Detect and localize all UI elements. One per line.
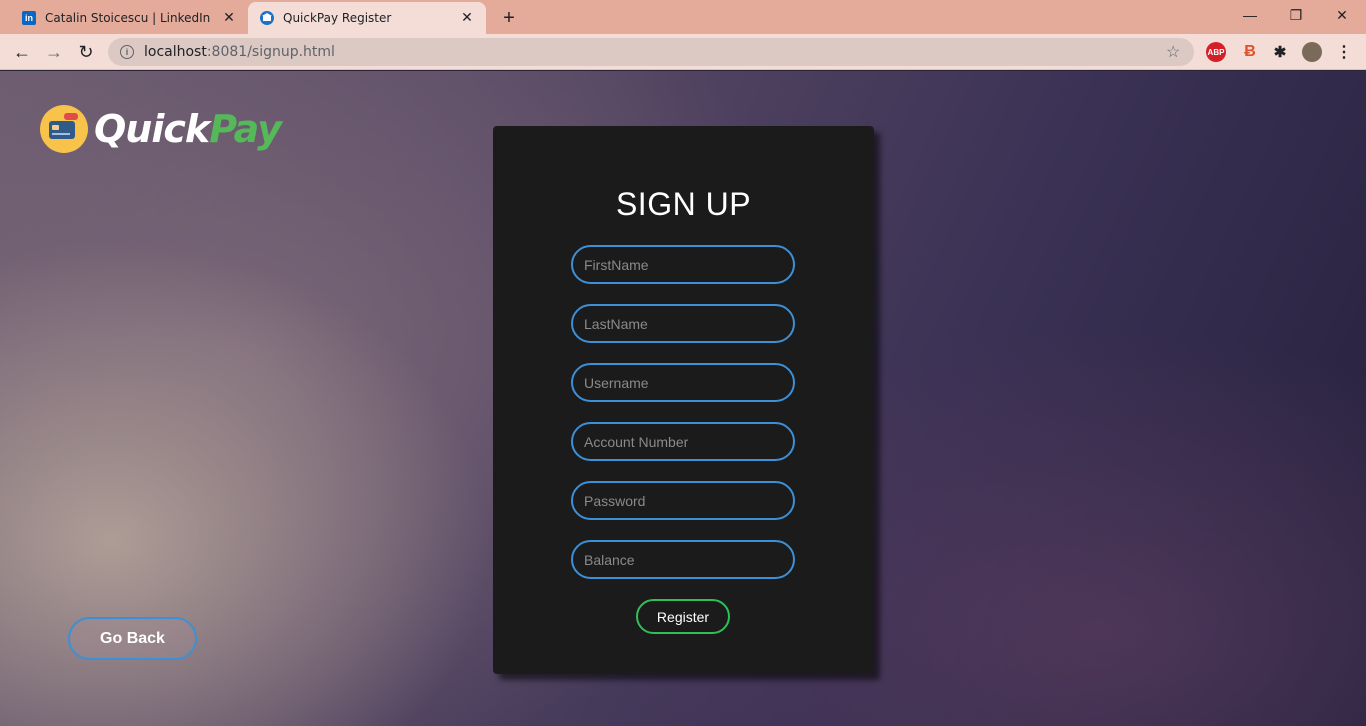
username-input[interactable] <box>571 363 795 402</box>
signup-title: SIGN UP <box>615 186 752 222</box>
tab-linkedin[interactable]: in Catalin Stoicescu | LinkedIn ✕ <box>8 2 248 34</box>
forward-button[interactable]: → <box>40 38 68 66</box>
site-info-icon[interactable]: i <box>120 45 134 59</box>
profile-avatar[interactable] <box>1302 42 1322 62</box>
account-number-input[interactable] <box>571 422 795 461</box>
browser-tab-bar: in Catalin Stoicescu | LinkedIn ✕ QuickP… <box>0 0 1366 34</box>
lastname-input[interactable] <box>571 304 795 343</box>
url-path: :8081/signup.html <box>206 44 335 60</box>
tab-title: Catalin Stoicescu | LinkedIn <box>45 11 211 25</box>
tab-title: QuickPay Register <box>283 11 392 25</box>
password-input[interactable] <box>571 481 795 520</box>
browser-toolbar: ← → ↻ i localhost:8081/signup.html ☆ ABP… <box>0 34 1366 70</box>
close-window-button[interactable]: ✕ <box>1319 0 1365 30</box>
logo-text: QuickPay <box>94 107 282 151</box>
minimize-window-button[interactable]: — <box>1227 0 1273 30</box>
back-button[interactable]: ← <box>8 38 36 66</box>
linkedin-icon: in <box>22 11 36 25</box>
address-bar[interactable]: i localhost:8081/signup.html ☆ <box>108 38 1194 66</box>
bookmark-star-icon[interactable]: ☆ <box>1166 42 1194 62</box>
close-tab-icon[interactable]: ✕ <box>456 7 478 29</box>
new-tab-button[interactable]: + <box>497 6 521 30</box>
wallet-card-icon <box>40 105 88 153</box>
address-url[interactable]: localhost:8081/signup.html <box>144 44 1166 60</box>
extension-icon[interactable]: Ƀ <box>1240 42 1260 62</box>
extensions-puzzle-icon[interactable]: ✱ <box>1270 42 1290 62</box>
register-button[interactable]: Register <box>636 599 730 634</box>
balance-input[interactable] <box>571 540 795 579</box>
close-tab-icon[interactable]: ✕ <box>218 7 240 29</box>
tab-quickpay-register[interactable]: QuickPay Register ✕ <box>248 2 486 34</box>
signup-card: SIGN UP Register <box>493 126 874 674</box>
adblock-extension-icon[interactable]: ABP <box>1206 42 1226 62</box>
quickpay-favicon-icon <box>260 11 274 25</box>
browser-menu-icon[interactable]: ⋮ <box>1334 42 1354 62</box>
reload-button[interactable]: ↻ <box>72 38 100 66</box>
go-back-button[interactable]: Go Back <box>68 617 197 660</box>
quickpay-logo: QuickPay <box>40 105 282 153</box>
restore-window-button[interactable]: ❐ <box>1273 0 1319 30</box>
page-background: QuickPay Go Back SIGN UP Register <box>0 71 1366 726</box>
url-host: localhost <box>144 44 207 60</box>
firstname-input[interactable] <box>571 245 795 284</box>
